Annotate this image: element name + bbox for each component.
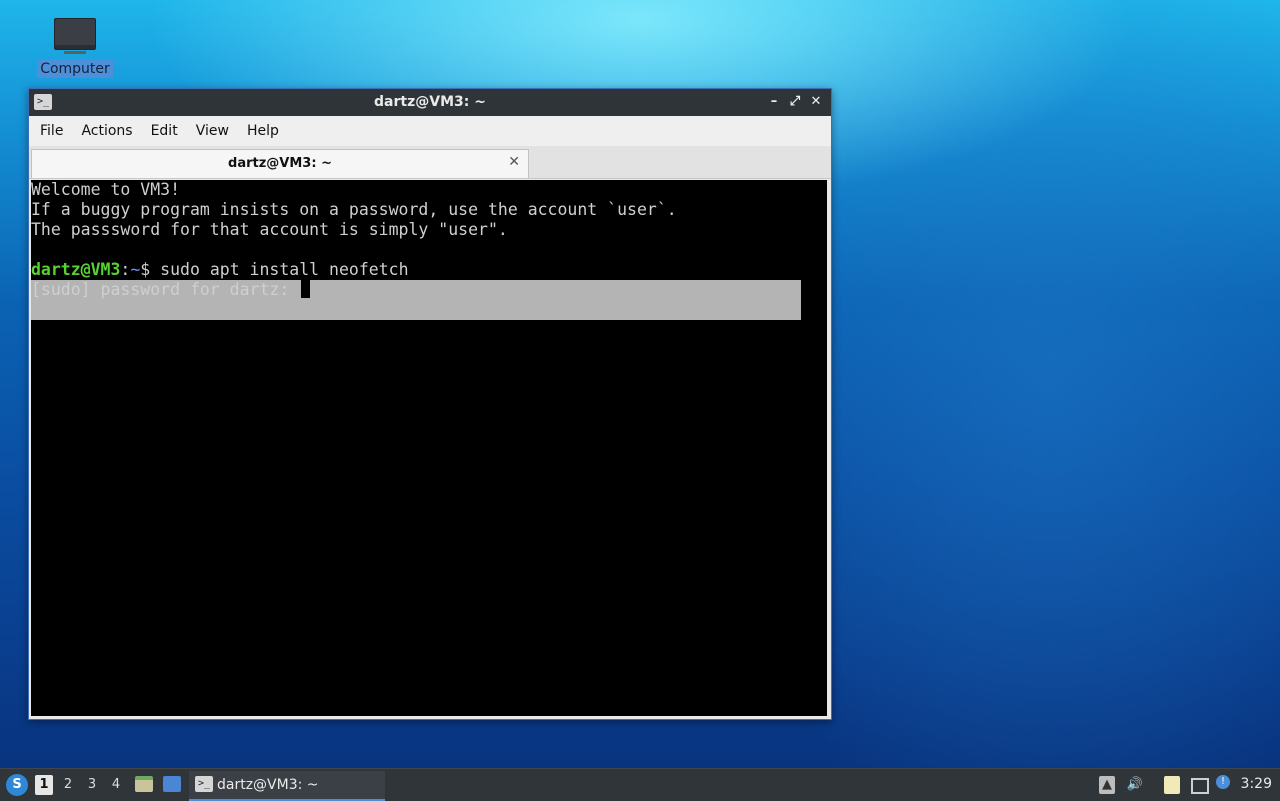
task-label: dartz@VM3: ~ (217, 777, 319, 793)
terminal-icon: >_ (195, 776, 213, 792)
lxqt-menu-icon[interactable]: S (6, 774, 28, 796)
volume-icon[interactable]: 🔊 (1126, 776, 1144, 794)
clipboard-icon[interactable] (1164, 776, 1180, 794)
terminal-prompt-line: dartz@VM3:~$ sudo apt install neofetch (31, 260, 409, 280)
network-icon[interactable] (1191, 778, 1209, 794)
file-manager-icon[interactable] (135, 776, 153, 792)
close-button[interactable]: ✕ (807, 93, 825, 111)
text-cursor (301, 280, 311, 298)
workspace-1[interactable]: 1 (35, 775, 53, 795)
workspace-4[interactable]: 4 (107, 775, 125, 795)
menu-actions[interactable]: Actions (72, 123, 141, 139)
maximize-button[interactable]: ⤢ (786, 93, 804, 111)
menu-view[interactable]: View (187, 123, 238, 139)
tab-terminal[interactable]: dartz@VM3: ~ ✕ (31, 149, 529, 178)
show-desktop-icon[interactable] (163, 776, 181, 792)
window-title: dartz@VM3: ~ (374, 94, 486, 110)
prompt-user: dartz@VM3 (31, 260, 121, 279)
tab-bar: dartz@VM3: ~ ✕ (29, 146, 831, 179)
terminal-line: The passsword for that account is simply… (31, 220, 508, 239)
prompt-path: ~ (130, 260, 141, 279)
workspace-3[interactable]: 3 (83, 775, 101, 795)
window-titlebar[interactable]: >_ dartz@VM3: ~ – ⤢ ✕ (29, 89, 831, 116)
taskbar: S 1 2 3 4 >_ dartz@VM3: ~ ▲ 🔊 ! 3:29 (0, 768, 1280, 801)
terminal-output[interactable]: Welcome to VM3! If a buggy program insis… (31, 180, 827, 716)
prompt-symbol: $ (140, 260, 151, 279)
terminal-line: Welcome to VM3! (31, 180, 181, 199)
menu-edit[interactable]: Edit (142, 123, 187, 139)
menu-help[interactable]: Help (238, 123, 288, 139)
terminal-line: If a buggy program insists on a password… (31, 200, 677, 219)
desktop-icon-label: Computer (37, 60, 113, 78)
prompt-separator: : (120, 260, 131, 279)
notification-icon[interactable]: ! (1216, 775, 1230, 789)
menu-bar: File Actions Edit View Help (29, 116, 831, 146)
computer-icon-stand (64, 51, 86, 54)
eject-icon[interactable]: ▲ (1099, 776, 1115, 794)
sudo-password-line: [sudo] password for dartz: (31, 280, 311, 300)
taskbar-task-terminal[interactable]: >_ dartz@VM3: ~ (189, 771, 385, 801)
computer-icon (54, 18, 96, 50)
minimize-button[interactable]: – (765, 93, 783, 111)
tab-close-icon[interactable]: ✕ (508, 154, 520, 170)
clock[interactable]: 3:29 (1241, 776, 1272, 792)
desktop-icon-computer[interactable]: Computer (36, 14, 114, 78)
sudo-prompt: [sudo] password for dartz: (31, 280, 290, 299)
tab-label: dartz@VM3: ~ (228, 156, 332, 171)
terminal-command: sudo apt install neofetch (150, 260, 409, 279)
menu-file[interactable]: File (31, 123, 72, 139)
workspace-2[interactable]: 2 (59, 775, 77, 795)
terminal-window: >_ dartz@VM3: ~ – ⤢ ✕ File Actions Edit … (28, 88, 832, 720)
